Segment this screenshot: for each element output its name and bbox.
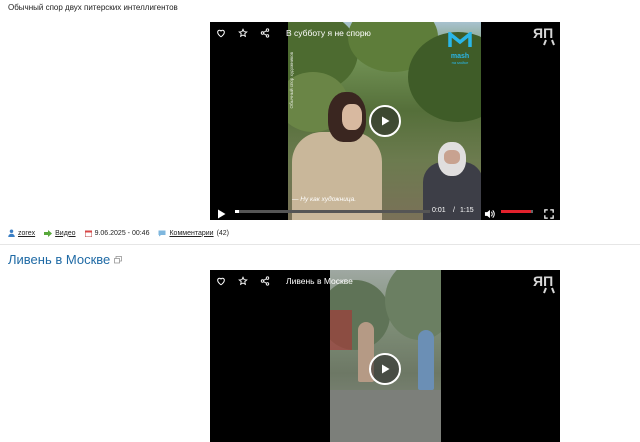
comments-link[interactable]: Комментарии <box>169 230 213 237</box>
user-icon <box>8 229 15 237</box>
yap-logo-icon: ЯП <box>533 273 555 294</box>
post-title[interactable]: Ливень в Москве <box>8 252 123 267</box>
time-current: 0:01 <box>432 207 446 214</box>
category-link[interactable]: Видео <box>55 230 75 237</box>
yap-logo-icon: ЯП <box>533 25 555 46</box>
video-player-2[interactable]: Ливень в Москве ЯП <box>210 270 560 442</box>
share-icon <box>260 276 270 286</box>
author-link[interactable]: zorex <box>18 230 35 237</box>
post-date: 9.06.2025 - 00:46 <box>94 229 150 237</box>
play-icon <box>218 209 226 219</box>
site-logo: ЯП <box>532 24 558 51</box>
play-icon <box>382 364 390 374</box>
volume-slider[interactable] <box>501 210 533 213</box>
player-controls: 0:01 / 1:15 <box>210 202 560 220</box>
share-button[interactable] <box>254 22 276 44</box>
post-title-link[interactable]: Ливень в Москве <box>8 252 110 267</box>
mute-button[interactable] <box>484 206 495 220</box>
video-title[interactable]: В субботу я не спорю <box>286 28 371 38</box>
heart-icon <box>217 277 225 286</box>
favorite-button-2[interactable] <box>232 270 254 292</box>
comments-count: (42) <box>216 229 230 237</box>
share-button-2[interactable] <box>254 270 276 292</box>
star-icon <box>238 276 248 286</box>
play-button[interactable] <box>369 105 401 137</box>
volume-icon <box>484 209 495 219</box>
calendar-icon <box>84 230 92 237</box>
share-icon <box>260 28 270 38</box>
progress-bar[interactable] <box>235 210 430 213</box>
fullscreen-button[interactable] <box>544 206 554 220</box>
play-button-2[interactable] <box>369 353 401 385</box>
video-title-2[interactable]: Ливень в Москве <box>286 276 353 286</box>
star-icon <box>238 28 248 38</box>
favorite-button[interactable] <box>232 22 254 44</box>
post-meta: zorex Видео 9.06.2025 - 00:46 Комментари… <box>8 229 229 237</box>
post-caption: Обычный спор двух питерских интеллигенто… <box>8 3 178 12</box>
like-button-2[interactable] <box>210 270 232 292</box>
time-total: 1:15 <box>460 207 474 214</box>
heart-icon <box>217 29 225 38</box>
comment-icon <box>158 230 166 237</box>
post-divider <box>0 244 640 245</box>
side-caption: Обычный спор художников <box>289 52 294 109</box>
external-link-icon[interactable] <box>114 255 123 264</box>
like-button[interactable] <box>210 22 232 44</box>
time-separator: / <box>453 207 455 214</box>
svg-text:ЯП: ЯП <box>533 25 553 41</box>
site-logo-2: ЯП <box>532 272 558 299</box>
svg-text:ЯП: ЯП <box>533 273 553 289</box>
arrow-icon <box>44 229 53 237</box>
fullscreen-icon <box>544 209 554 219</box>
play-icon <box>382 116 390 126</box>
video-player[interactable]: В субботу я не спорю mash на мойке Обычн… <box>210 22 560 220</box>
play-toggle-button[interactable] <box>217 206 226 220</box>
